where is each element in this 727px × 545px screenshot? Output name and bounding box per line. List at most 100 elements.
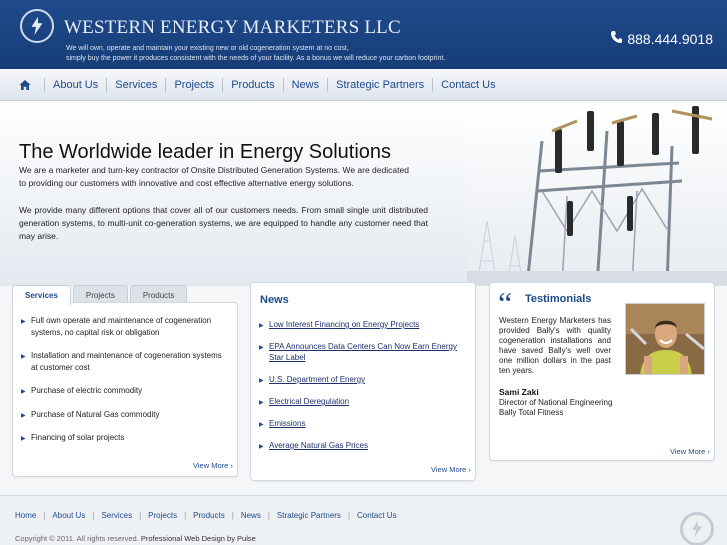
nav-divider <box>106 77 108 92</box>
footer-divider: | <box>267 511 270 520</box>
testimonial-photo <box>625 303 705 375</box>
nav-divider <box>165 77 167 92</box>
footer-divider: | <box>347 511 351 520</box>
news-link[interactable]: Emissions <box>269 419 305 428</box>
service-text: Purchase of electric commodity <box>31 386 143 395</box>
news-link[interactable]: Average Natural Gas Prices <box>269 441 368 450</box>
phone-icon <box>610 30 623 47</box>
news-list: ▶ Low Interest Financing on Energy Projec… <box>259 319 464 462</box>
nav-divider <box>44 77 45 92</box>
hero-intro-text: We are a marketer and turn-key contracto… <box>19 165 409 188</box>
tagline: We will own, operate and maintain your e… <box>66 44 506 64</box>
news-link[interactable]: EPA Announces Data Centers Can Now Earn … <box>269 342 457 362</box>
service-text: Financing of solar projects <box>31 433 125 442</box>
list-item: ▶ EPA Announces Data Centers Can Now Earn… <box>259 341 464 363</box>
list-item: ▶ Purchase of Natural Gas commodity <box>21 409 226 421</box>
triangle-bullet-icon: ▶ <box>259 323 264 329</box>
footer-divider: | <box>92 511 95 520</box>
nav-divider <box>432 77 434 92</box>
services-panel: ▶ Full own operate and maintenance of cog… <box>12 302 238 477</box>
site-header: WESTERN ENERGY MARKETERS LLC We will own… <box>0 0 727 69</box>
news-view-more-link[interactable]: View More › <box>431 465 471 474</box>
copyright: Copyright © 2011. All rights reserved. P… <box>15 534 256 543</box>
nav-item-contact-us[interactable]: Contact Us <box>441 79 495 91</box>
tagline-line-1: We will own, operate and maintain your e… <box>66 45 349 52</box>
list-item: ▶ Full own operate and maintenance of cog… <box>21 315 226 338</box>
nav-divider <box>222 77 224 92</box>
triangle-bullet-icon: ▶ <box>21 389 26 395</box>
main-nav: About Us Services Projects Products News… <box>0 69 727 101</box>
hero-body-text: We provide many different options that c… <box>19 205 428 241</box>
nav-item-news[interactable]: News <box>292 79 320 91</box>
footer-link-projects[interactable]: Projects <box>148 511 177 520</box>
hero-banner: The Worldwide leader in Energy Solutions… <box>0 101 727 286</box>
service-text: Purchase of Natural Gas commodity <box>31 409 160 419</box>
nav-item-strategic-partners[interactable]: Strategic Partners <box>336 79 424 91</box>
news-title: News <box>260 294 289 306</box>
tagline-line-2: simply buy the power it produces consist… <box>66 55 446 62</box>
list-item: ▶ Low Interest Financing on Energy Projec… <box>259 319 464 330</box>
lightning-logo-icon[interactable] <box>20 9 54 43</box>
quote-icon: “ <box>498 285 513 321</box>
testimonials-view-more-link[interactable]: View More › <box>670 447 710 456</box>
company-name[interactable]: WESTERN ENERGY MARKETERS LLC <box>64 17 401 39</box>
footer-nav: Home | About Us | Services | Projects | Prod… <box>15 511 397 520</box>
list-item: ▶ Emissions <box>259 418 464 429</box>
news-link[interactable]: Electrical Deregulation <box>269 397 349 406</box>
news-link[interactable]: Low Interest Financing on Energy Project… <box>269 320 419 329</box>
triangle-bullet-icon: ▶ <box>259 345 264 351</box>
footer-link-contact-us[interactable]: Contact Us <box>357 511 397 520</box>
testimonial-author: Sami Zaki <box>499 387 539 397</box>
copyright-text: Copyright © 2011. All rights reserved. <box>15 534 139 543</box>
testimonial-text: Western Energy Marketers has provided Ba… <box>499 316 611 375</box>
phone-text: 888.444.9018 <box>627 30 713 47</box>
lightning-logo-icon <box>680 512 714 545</box>
list-item: ▶ Purchase of electric commodity <box>21 385 226 397</box>
triangle-bullet-icon: ▶ <box>21 319 26 325</box>
triangle-bullet-icon: ▶ <box>259 422 264 428</box>
services-view-more-link[interactable]: View More › <box>193 461 233 470</box>
testimonials-title: Testimonials <box>525 293 592 305</box>
footer-divider: | <box>139 511 142 520</box>
list-item: ▶ Financing of solar projects <box>21 432 226 444</box>
nav-item-about-us[interactable]: About Us <box>53 79 98 91</box>
footer-link-news[interactable]: News <box>241 511 261 520</box>
footer-link-products[interactable]: Products <box>193 511 225 520</box>
triangle-bullet-icon: ▶ <box>259 378 264 384</box>
testimonials-panel: “ Testimonials Western Energy Marketers … <box>489 282 715 461</box>
footer-divider: | <box>43 511 46 520</box>
nav-divider <box>327 77 329 92</box>
footer-divider: | <box>184 511 187 520</box>
phone-number: 888.444.9018 <box>610 30 713 47</box>
footer-link-services[interactable]: Services <box>101 511 132 520</box>
nav-item-projects[interactable]: Projects <box>174 79 214 91</box>
substation-image <box>467 101 727 286</box>
footer-link-strategic-partners[interactable]: Strategic Partners <box>277 511 341 520</box>
list-item: ▶ Electrical Deregulation <box>259 396 464 407</box>
site-footer: Home | About Us | Services | Projects | Prod… <box>0 495 727 545</box>
triangle-bullet-icon: ▶ <box>259 400 264 406</box>
triangle-bullet-icon: ▶ <box>21 412 26 419</box>
service-text: Full own operate and maintenance of coge… <box>31 316 212 337</box>
footer-link-home[interactable]: Home <box>15 511 36 520</box>
list-item: ▶ U.S. Department of Energy <box>259 374 464 385</box>
nav-divider <box>282 77 284 92</box>
triangle-bullet-icon: ▶ <box>21 436 26 442</box>
hero-title: The Worldwide leader in Energy Solutions <box>19 141 392 163</box>
triangle-bullet-icon: ▶ <box>21 354 26 360</box>
tab-services[interactable]: Services <box>12 285 71 305</box>
footer-link-about-us[interactable]: About Us <box>52 511 85 520</box>
list-item: ▶ Average Natural Gas Prices <box>259 440 464 451</box>
list-item: ▶ Installation and maintenance of cogener… <box>21 350 226 373</box>
triangle-bullet-icon: ▶ <box>259 444 264 450</box>
nav-item-products[interactable]: Products <box>231 79 274 91</box>
services-list: ▶ Full own operate and maintenance of cog… <box>21 315 226 456</box>
design-credit-link[interactable]: Professional Web Design by Pulse <box>141 534 256 543</box>
news-panel: News ▶ Low Interest Financing on Energy P… <box>250 282 476 481</box>
person-photo-icon <box>626 304 704 374</box>
testimonial-author-role: Director of National Engineering Bally T… <box>499 398 613 417</box>
home-icon[interactable] <box>14 75 36 95</box>
nav-item-services[interactable]: Services <box>115 79 157 91</box>
footer-divider: | <box>231 511 234 520</box>
news-link[interactable]: U.S. Department of Energy <box>269 375 365 384</box>
